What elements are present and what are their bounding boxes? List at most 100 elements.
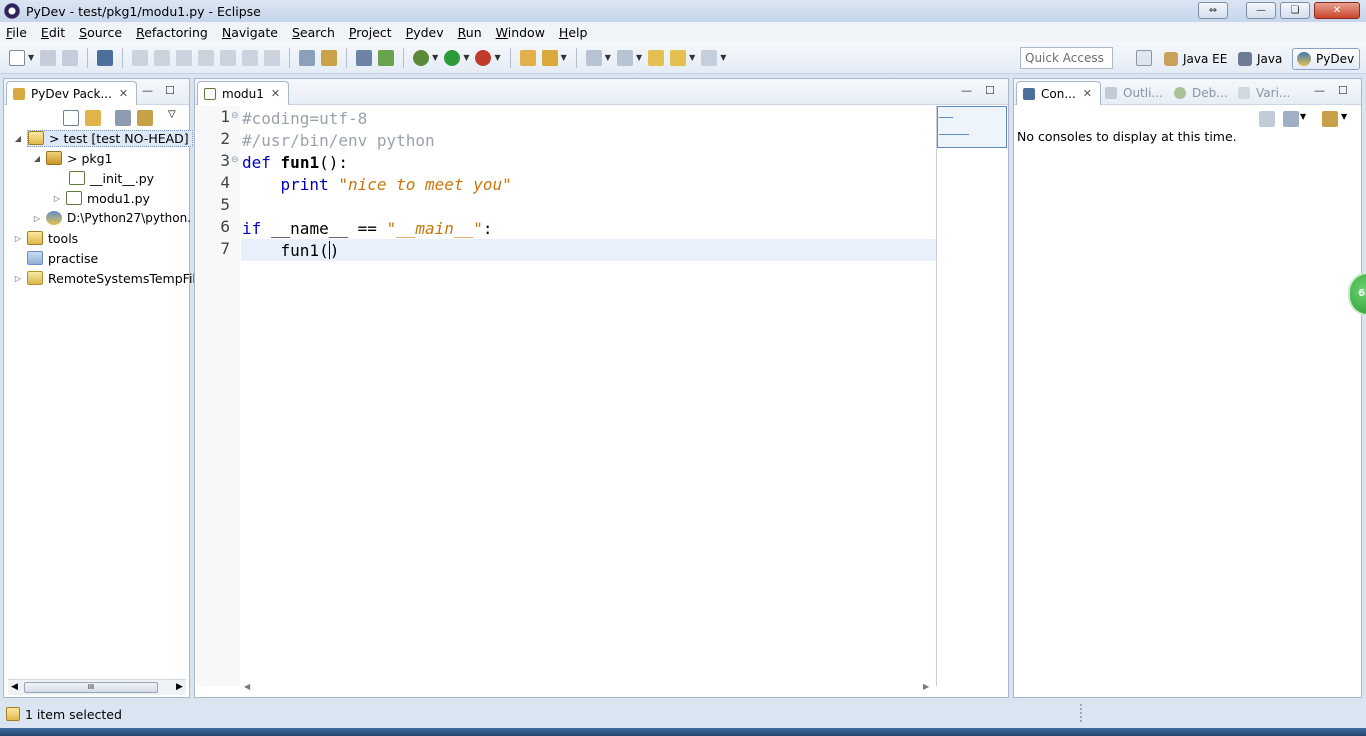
menu-source[interactable]: Source — [79, 25, 122, 40]
restore-button[interactable]: ❏ — [1280, 2, 1310, 19]
scroll-left-icon[interactable]: ◀ — [244, 682, 250, 691]
menu-window[interactable]: Window — [496, 25, 545, 40]
maximize-icon[interactable]: ☐ — [985, 84, 995, 97]
collapsed-arrow-icon[interactable]: ▷ — [52, 194, 62, 203]
quick-access-input[interactable]: Quick Access — [1020, 47, 1113, 69]
tab-package-explorer[interactable]: PyDev Pack... ✕ — [6, 81, 138, 105]
scroll-left-icon[interactable]: ◀ — [11, 682, 18, 692]
step-return-icon[interactable] — [264, 49, 281, 66]
search-icon[interactable] — [541, 49, 558, 66]
minimize-icon[interactable]: — — [142, 84, 153, 97]
step-into-icon[interactable] — [220, 49, 237, 66]
filter-icon[interactable] — [115, 110, 131, 126]
tree-item-modu1[interactable]: ▷ modu1.py — [52, 188, 150, 208]
prev-annotation-dropdown-icon[interactable]: ▼ — [636, 53, 642, 62]
open-console-icon[interactable] — [97, 49, 114, 66]
menu-file[interactable]: File — [6, 25, 27, 40]
collapse-all-icon[interactable] — [63, 110, 79, 126]
next-annotation-icon[interactable] — [585, 49, 602, 66]
tree-item-practise[interactable]: practise — [13, 248, 98, 268]
tree-item-python-interpreter[interactable]: ▷ D:\Python27\python. — [32, 208, 191, 228]
menu-project[interactable]: Project — [349, 25, 392, 40]
python-refresh-icon[interactable] — [356, 49, 373, 66]
code-area[interactable]: #coding=utf-8 #/usr/bin/env python def f… — [242, 106, 936, 686]
debug-icon[interactable] — [413, 49, 430, 66]
forward-dropdown-icon[interactable]: ▼ — [720, 53, 726, 62]
link-with-editor-icon[interactable] — [85, 110, 101, 126]
close-icon[interactable]: ✕ — [119, 87, 128, 100]
tab-variables[interactable]: Vari... — [1234, 81, 1298, 105]
resume-icon[interactable] — [132, 49, 149, 66]
menu-edit[interactable]: Edit — [41, 25, 65, 40]
external-tools-dropdown-icon[interactable]: ▼ — [494, 53, 500, 62]
view-menu-icon[interactable]: ▽ — [168, 109, 176, 120]
minimize-icon[interactable]: — — [1314, 84, 1325, 97]
scroll-right-icon[interactable]: ▶ — [176, 682, 183, 692]
search-dropdown-icon[interactable]: ▼ — [561, 53, 567, 62]
maximize-icon[interactable]: ☐ — [165, 84, 175, 97]
open-type-icon[interactable] — [519, 49, 536, 66]
expanded-arrow-icon[interactable]: ◢ — [13, 134, 23, 143]
minimize-button[interactable]: — — [1246, 2, 1276, 19]
pin-console-icon[interactable] — [1259, 111, 1275, 127]
tree-item-init[interactable]: __init__.py — [55, 168, 154, 188]
expanded-arrow-icon[interactable]: ◢ — [32, 154, 42, 163]
perspective-pydev[interactable]: PyDev — [1292, 48, 1361, 70]
tree-item-remote-systems[interactable]: ▷ RemoteSystemsTempFil — [13, 268, 196, 288]
open-perspective-icon[interactable] — [1136, 50, 1152, 66]
step-over-icon[interactable] — [242, 49, 259, 66]
new-dropdown-icon[interactable]: ▼ — [28, 53, 34, 62]
collapsed-arrow-icon[interactable]: ▷ — [32, 214, 42, 223]
resize-icon[interactable]: ⇔ — [1198, 2, 1228, 19]
menu-run[interactable]: Run — [458, 25, 482, 40]
format-icon[interactable] — [299, 49, 316, 66]
tab-outline[interactable]: Outli... — [1101, 81, 1171, 105]
minimap[interactable] — [937, 106, 1007, 148]
perspective-java[interactable]: Java — [1238, 48, 1282, 70]
collapsed-arrow-icon[interactable]: ▷ — [13, 234, 23, 243]
close-button[interactable]: ✕ — [1314, 2, 1360, 19]
refactor-icon[interactable] — [321, 49, 338, 66]
maximize-icon[interactable]: ☐ — [1338, 84, 1348, 97]
terminate-icon[interactable] — [176, 49, 193, 66]
tab-modu1[interactable]: modu1 ✕ — [197, 81, 290, 105]
fold-icon[interactable]: ⊖ — [231, 155, 239, 165]
next-annotation-dropdown-icon[interactable]: ▼ — [605, 53, 611, 62]
python-package-icon[interactable] — [378, 49, 395, 66]
scroll-right-icon[interactable]: ▶ — [923, 682, 929, 691]
tab-debug[interactable]: Deb... — [1170, 81, 1236, 105]
tab-console[interactable]: Con... ✕ — [1016, 81, 1101, 105]
new-icon[interactable] — [9, 49, 25, 66]
display-console-dropdown-icon[interactable]: ▼ — [1300, 112, 1306, 121]
display-console-icon[interactable] — [1283, 111, 1299, 127]
close-icon[interactable]: ✕ — [1083, 87, 1092, 100]
save-icon[interactable] — [40, 49, 57, 66]
scrollbar-thumb[interactable]: III — [24, 682, 158, 693]
run-dropdown-icon[interactable]: ▼ — [463, 53, 469, 62]
prev-annotation-icon[interactable] — [616, 49, 633, 66]
menu-help[interactable]: Help — [559, 25, 588, 40]
horizontal-scrollbar[interactable]: ◀ III ▶ — [8, 679, 186, 695]
save-all-icon[interactable] — [62, 49, 79, 66]
forward-icon[interactable] — [701, 49, 718, 66]
tree-item-pkg1[interactable]: ◢ > pkg1 — [32, 148, 113, 168]
menu-refactoring[interactable]: Refactoring — [136, 25, 208, 40]
overview-ruler[interactable] — [936, 106, 937, 686]
open-console-icon[interactable] — [1322, 111, 1338, 127]
menu-search[interactable]: Search — [292, 25, 335, 40]
run-icon[interactable] — [444, 49, 461, 66]
external-tools-icon[interactable] — [475, 49, 492, 66]
back-icon[interactable] — [670, 49, 687, 66]
minimize-icon[interactable]: — — [961, 84, 972, 97]
perspective-java-ee[interactable]: Java EE — [1164, 48, 1227, 70]
last-edit-icon[interactable] — [648, 49, 665, 66]
debug-dropdown-icon[interactable]: ▼ — [432, 53, 438, 62]
open-console-dropdown-icon[interactable]: ▼ — [1341, 112, 1347, 121]
tree-item-tools[interactable]: ▷ tools — [13, 228, 78, 248]
fold-icon[interactable]: ⊖ — [231, 111, 239, 121]
close-icon[interactable]: ✕ — [271, 87, 280, 100]
tree-item-test[interactable]: ◢ > test [test NO-HEAD] — [13, 128, 193, 148]
back-dropdown-icon[interactable]: ▼ — [689, 53, 695, 62]
menu-navigate[interactable]: Navigate — [222, 25, 278, 40]
disconnect-icon[interactable] — [198, 49, 215, 66]
